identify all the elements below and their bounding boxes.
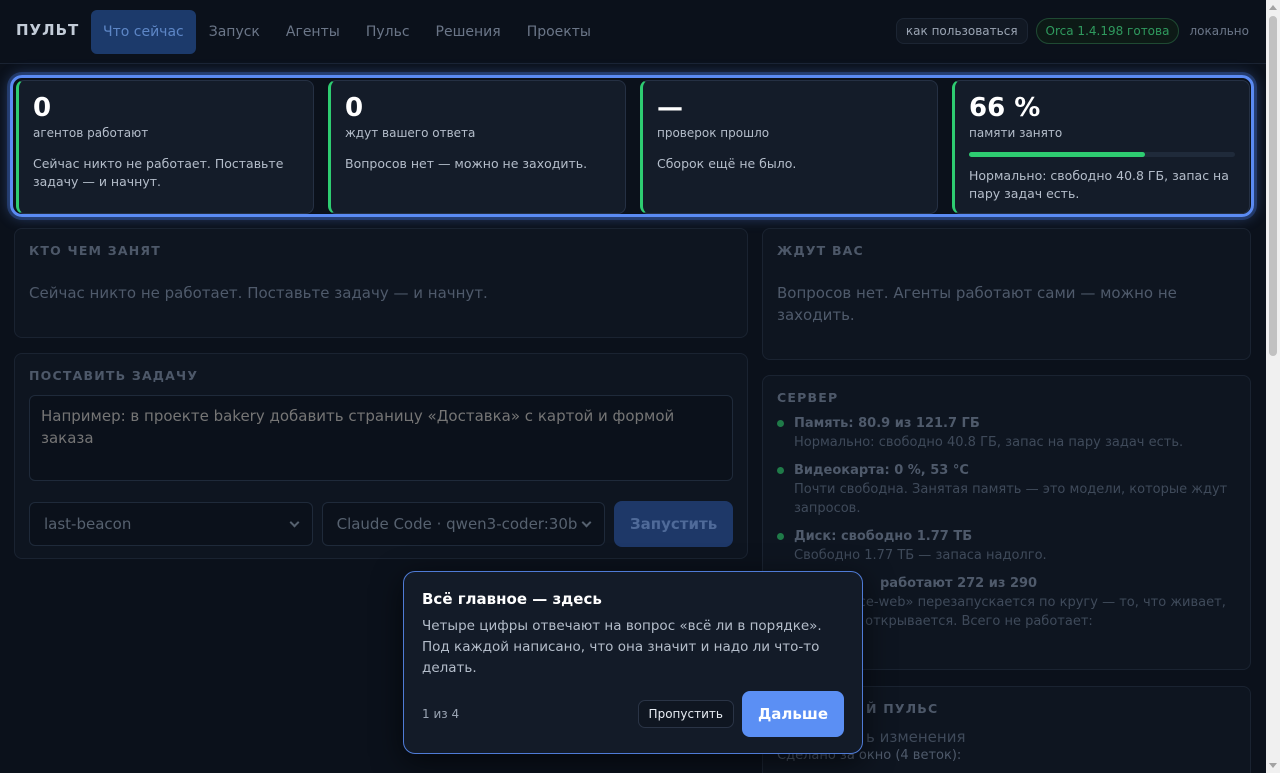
help-button[interactable]: как пользоваться (895, 18, 1028, 44)
server-gpu: Видеокарта: 0 %, 53 °C Почти свободна. З… (777, 462, 1236, 518)
tour-body: Четыре цифры отвечают на вопрос «всё ли … (422, 618, 822, 676)
stat-desc: Вопросов нет — можно не заходить. (345, 156, 588, 171)
mode-label: локально (1189, 24, 1249, 38)
main-nav: Что сейчас Запуск Агенты Пульс Решения П… (91, 10, 604, 54)
scroll-up-icon[interactable] (1269, 5, 1277, 10)
stat-agents-working: 0 агентов работают Сейчас никто не работ… (16, 80, 314, 214)
stat-label: агентов работают (33, 126, 149, 140)
server-item-desc: Свободно 1.77 ТБ — запаса надолго. (794, 548, 1047, 563)
task-panel: ПОСТАВИТЬ ЗАДАЧУ last-beacon Claude Code… (14, 353, 748, 559)
panel-text: Вопросов нет. Агенты работают сами — мож… (777, 284, 1177, 324)
stat-checks-passed: — проверок прошло Сборок ещё не было. (640, 80, 938, 214)
top-right-area: как пользоваться Orca 1.4.198 готова лок… (895, 18, 1249, 44)
tab-agents[interactable]: Агенты (273, 10, 353, 54)
status-badge: Orca 1.4.198 готова (1035, 18, 1180, 44)
memory-progress-bar (969, 152, 1235, 157)
tour-title: Всё главное — здесь (422, 590, 602, 608)
stat-value: 0 (345, 93, 364, 123)
stat-value: 0 (33, 93, 52, 123)
top-bar: ПУЛЬТ Что сейчас Запуск Агенты Пульс Реш… (0, 0, 1266, 64)
tour-footer: 1 из 4 Пропустить Дальше (422, 691, 844, 737)
waiting-panel: ЖДУТ ВАС Вопросов нет. Агенты работают с… (762, 228, 1251, 360)
stat-label: проверок прошло (657, 126, 770, 140)
panel-title: ЖДУТ ВАС (777, 243, 864, 258)
stat-awaiting-answer: 0 ждут вашего ответа Вопросов нет — можн… (328, 80, 626, 214)
stat-value: 66 % (969, 93, 1041, 123)
status-dot-icon (777, 533, 784, 540)
server-memory: Память: 80.9 из 121.7 ГБ Нормально: своб… (777, 415, 1236, 452)
stat-desc: Сборок ещё не было. (657, 156, 797, 171)
stat-desc: Сейчас никто не работает. Поставьте зада… (33, 156, 284, 189)
stat-label: памяти занято (969, 126, 1063, 140)
server-item-title: Память: 80.9 из 121.7 ГБ (794, 416, 980, 431)
scroll-down-icon[interactable] (1269, 763, 1277, 768)
page-scrollbar[interactable] (1266, 0, 1280, 773)
server-item-title: Видеокарта: 0 %, 53 °C (794, 463, 969, 478)
tab-projects[interactable]: Проекты (514, 10, 604, 54)
tab-now[interactable]: Что сейчас (91, 10, 196, 54)
stat-memory-used: 66 % памяти занято Нормально: свободно 4… (952, 80, 1250, 214)
stat-label: ждут вашего ответа (345, 126, 476, 140)
scroll-thumb[interactable] (1269, 16, 1277, 356)
task-input[interactable] (29, 395, 733, 481)
project-select-value: last-beacon (44, 515, 132, 533)
server-item-title: работают 272 из 290 (880, 576, 1038, 591)
panel-title: СЕРВЕР (777, 390, 839, 405)
status-dot-icon (777, 467, 784, 474)
stat-desc: Нормально: свободно 40.8 ГБ, запас на па… (969, 168, 1229, 201)
skip-button[interactable]: Пропустить (637, 700, 734, 728)
stat-value: — (657, 93, 683, 123)
server-item-title: Диск: свободно 1.77 ТБ (794, 529, 973, 544)
panel-title: КТО ЧЕМ ЗАНЯТ (29, 243, 161, 258)
tab-decisions[interactable]: Решения (423, 10, 514, 54)
engine-select-value: Claude Code · qwen3-coder:30b (336, 515, 578, 533)
server-disk: Диск: свободно 1.77 ТБ Свободно 1.77 ТБ … (777, 528, 1236, 565)
chevron-down-icon (581, 517, 592, 527)
chevron-down-icon (289, 517, 300, 527)
busy-panel: КТО ЧЕМ ЗАНЯТ Сейчас никто не работает. … (14, 228, 748, 338)
panel-title: ПОСТАВИТЬ ЗАДАЧУ (29, 368, 199, 383)
status-dot-icon (777, 420, 784, 427)
task-controls: last-beacon Claude Code · qwen3-coder:30… (29, 501, 733, 547)
project-select[interactable]: last-beacon (29, 502, 313, 546)
server-item-desc: Почти свободна. Занятая память — это мод… (794, 482, 1228, 516)
server-item-desc: Нормально: свободно 40.8 ГБ, запас на па… (794, 435, 1184, 450)
brand-logo: ПУЛЬТ (16, 21, 80, 39)
tour-dialog: Всё главное — здесь Четыре цифры отвечаю… (403, 571, 863, 754)
next-button[interactable]: Дальше (741, 691, 844, 737)
tour-step-counter: 1 из 4 (422, 707, 460, 721)
panel-text: Сейчас никто не работает. Поставьте зада… (29, 284, 488, 302)
tab-launch[interactable]: Запуск (196, 10, 273, 54)
launch-button[interactable]: Запустить (614, 501, 733, 547)
engine-select[interactable]: Claude Code · qwen3-coder:30b (321, 502, 606, 546)
tab-pulse[interactable]: Пульс (353, 10, 423, 54)
memory-progress-fill (969, 152, 1145, 157)
